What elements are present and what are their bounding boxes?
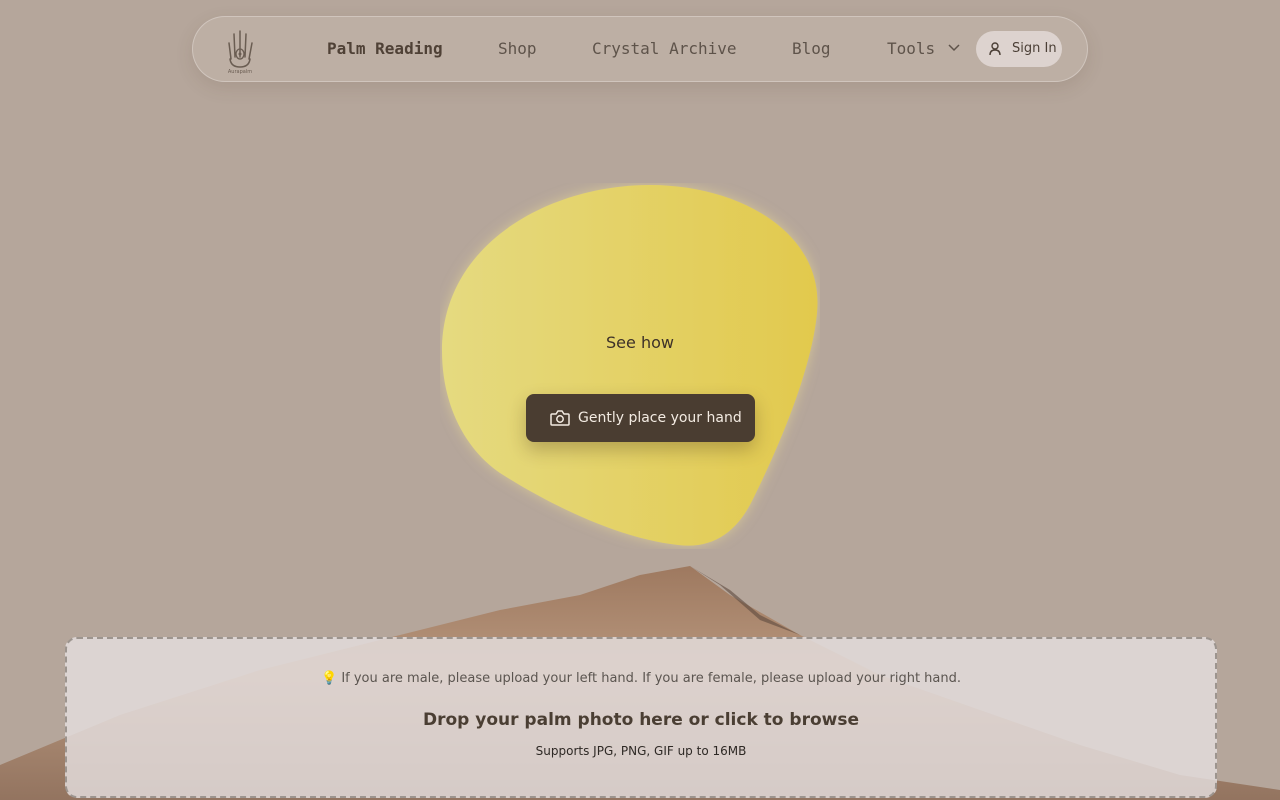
supported-formats-text: Supports JPG, PNG, GIF up to 16MB: [535, 744, 747, 758]
place-hand-label: Gently place your hand: [578, 410, 742, 426]
user-icon: [989, 42, 1001, 56]
nav-link-crystal-archive[interactable]: Crystal Archive: [592, 39, 737, 59]
sign-in-button[interactable]: Sign In: [976, 31, 1062, 67]
nav-link-shop[interactable]: Shop: [498, 39, 537, 59]
nav-link-palm-reading[interactable]: Palm Reading: [327, 39, 443, 59]
aurapalm-logo[interactable]: Aurapalm: [221, 29, 259, 75]
dropzone-title[interactable]: Drop your palm photo here or click to br…: [67, 710, 1215, 730]
nav-link-blog[interactable]: Blog: [792, 39, 831, 59]
hero-headline: See how: [606, 333, 674, 352]
chevron-down-icon[interactable]: [948, 44, 960, 52]
nav-link-tools[interactable]: Tools: [887, 39, 935, 59]
place-hand-button[interactable]: Gently place your hand: [526, 394, 755, 442]
hand-selection-tip: 💡 If you are male, please upload your le…: [321, 671, 961, 686]
palm-hand-icon: [228, 30, 253, 68]
logo-text: Aurapalm: [227, 69, 253, 75]
hero-blob: [442, 185, 818, 546]
sign-in-label: Sign In: [1012, 41, 1057, 56]
camera-icon: [550, 410, 570, 426]
top-navbar: Aurapalm Palm Reading Shop Crystal Archi…: [192, 16, 1088, 82]
palm-upload-dropzone[interactable]: 💡 If you are male, please upload your le…: [65, 637, 1217, 798]
